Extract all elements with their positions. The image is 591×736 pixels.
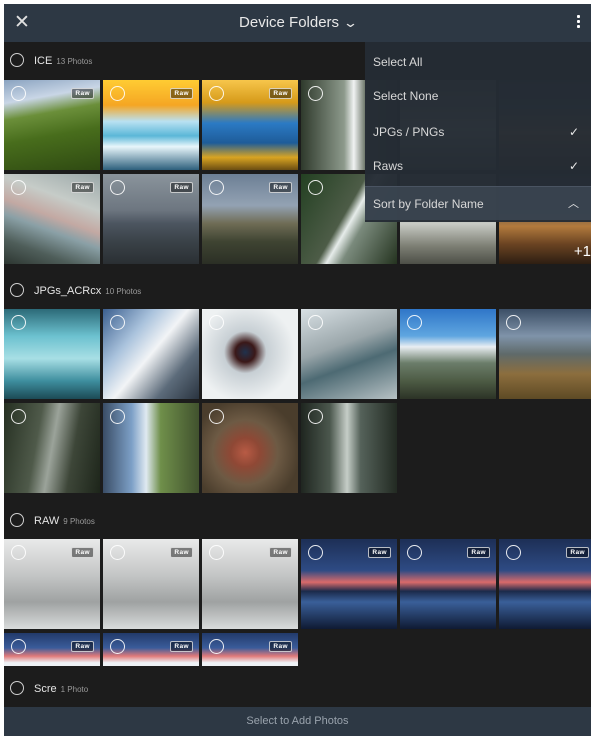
raw-badge: Raw	[566, 547, 589, 558]
folder-name: Scre 1 Photo	[34, 683, 89, 695]
folder-count: 9 Photos	[63, 517, 95, 526]
photo-thumbnail[interactable]	[301, 309, 397, 399]
photo-thumbnail[interactable]: Raw	[103, 174, 199, 264]
checkmark-icon: ✓	[568, 159, 579, 173]
photo-thumbnail[interactable]: Raw	[202, 633, 298, 666]
photo-thumbnail[interactable]: Raw	[4, 174, 100, 264]
photo-thumbnail[interactable]	[103, 403, 199, 493]
photo-thumbnail[interactable]: Raw	[4, 633, 100, 666]
photo-thumbnail[interactable]: Raw	[103, 539, 199, 629]
raw-badge: Raw	[71, 182, 94, 193]
checkmark-icon: ✓	[568, 125, 579, 139]
raw-badge: Raw	[170, 641, 193, 652]
select-circle[interactable]	[11, 545, 26, 560]
options-menu: Select All Select None JPGs / PNGs ✓ Raws…	[365, 42, 591, 222]
raw-badge: Raw	[269, 547, 292, 558]
select-circle[interactable]	[110, 315, 125, 330]
select-circle[interactable]	[209, 639, 224, 654]
folder-name: ICE 13 Photos	[34, 55, 93, 67]
select-circle[interactable]	[407, 545, 422, 560]
top-bar: ✕ Device Folders ⌄	[4, 4, 591, 42]
raw-badge: Raw	[269, 641, 292, 652]
raw-badge: Raw	[71, 641, 94, 652]
add-photos-button[interactable]: Select to Add Photos	[4, 707, 591, 736]
select-circle[interactable]	[506, 315, 521, 330]
photo-thumbnail[interactable]: Raw	[499, 539, 591, 629]
folder-name: JPGs_ACRcx 10 Photos	[34, 285, 142, 297]
select-circle[interactable]	[407, 315, 422, 330]
photo-thumbnail[interactable]: Raw	[103, 633, 199, 666]
select-circle[interactable]	[308, 545, 323, 560]
raw-badge: Raw	[467, 547, 490, 558]
select-circle[interactable]	[11, 315, 26, 330]
menu-item-raws[interactable]: Raws ✓	[365, 149, 591, 183]
folder-count: 1 Photo	[60, 685, 89, 694]
photo-thumbnail[interactable]	[202, 403, 298, 493]
select-circle[interactable]	[308, 86, 323, 101]
photo-thumbnail[interactable]	[499, 309, 591, 399]
photo-thumbnail[interactable]: Raw	[202, 174, 298, 264]
select-circle[interactable]	[209, 545, 224, 560]
photo-thumbnail[interactable]: Raw	[202, 539, 298, 629]
select-circle[interactable]	[209, 180, 224, 195]
page-title: Device Folders	[239, 14, 340, 31]
more-vertical-icon[interactable]	[573, 13, 583, 33]
raw-badge: Raw	[170, 547, 193, 558]
select-circle[interactable]	[209, 315, 224, 330]
photo-thumbnail[interactable]: Raw	[4, 539, 100, 629]
photo-thumbnail[interactable]	[4, 403, 100, 493]
photo-thumbnail[interactable]	[400, 309, 496, 399]
select-circle[interactable]	[11, 409, 26, 424]
raw-badge: Raw	[71, 88, 94, 99]
folder-dropdown[interactable]: Device Folders ⌄	[4, 14, 591, 31]
raw-badge: Raw	[368, 547, 391, 558]
select-circle[interactable]	[110, 409, 125, 424]
select-folder-checkbox[interactable]	[10, 513, 24, 527]
menu-item-sort-by-folder-name[interactable]: Sort by Folder Name ︿	[365, 186, 591, 220]
photo-thumbnail[interactable]: Raw	[301, 539, 397, 629]
raw-badge: Raw	[71, 547, 94, 558]
photo-picker-app: ✕ Device Folders ⌄ ICE 13 Photos Raw Raw R…	[4, 4, 591, 736]
folder-header-jpgs[interactable]: JPGs_ACRcx 10 Photos	[4, 276, 591, 306]
photo-thumbnail[interactable]: Raw	[4, 80, 100, 170]
chevron-up-icon: ︿	[568, 198, 579, 210]
raw-badge: Raw	[269, 182, 292, 193]
select-circle[interactable]	[308, 409, 323, 424]
menu-item-select-none[interactable]: Select None	[365, 79, 591, 113]
select-circle[interactable]	[110, 86, 125, 101]
menu-item-select-all[interactable]: Select All	[365, 45, 591, 79]
photo-thumbnail[interactable]	[103, 309, 199, 399]
select-circle[interactable]	[308, 315, 323, 330]
raw-badge: Raw	[170, 182, 193, 193]
photo-thumbnail[interactable]	[301, 403, 397, 493]
select-circle[interactable]	[110, 639, 125, 654]
select-folder-checkbox[interactable]	[10, 53, 24, 67]
select-circle[interactable]	[110, 545, 125, 560]
raw-badge: Raw	[269, 88, 292, 99]
photo-thumbnail[interactable]: Raw	[400, 539, 496, 629]
select-folder-checkbox[interactable]	[10, 283, 24, 297]
select-folder-checkbox[interactable]	[10, 681, 24, 695]
folder-header-scre[interactable]: Scre 1 Photo	[4, 674, 591, 704]
folder-name: RAW 9 Photos	[34, 515, 95, 527]
select-circle[interactable]	[209, 86, 224, 101]
photo-thumbnail[interactable]: Raw	[202, 80, 298, 170]
photo-thumbnail[interactable]	[202, 309, 298, 399]
select-circle[interactable]	[11, 639, 26, 654]
select-circle[interactable]	[308, 180, 323, 195]
chevron-down-icon: ⌄	[342, 15, 359, 30]
folder-count: 10 Photos	[105, 287, 142, 296]
menu-item-jpgs-pngs[interactable]: JPGs / PNGs ✓	[365, 115, 591, 149]
select-circle[interactable]	[209, 409, 224, 424]
overflow-count: +1	[573, 243, 591, 260]
select-circle[interactable]	[506, 545, 521, 560]
select-circle[interactable]	[110, 180, 125, 195]
folder-header-raw[interactable]: RAW 9 Photos	[4, 506, 591, 536]
folder-count: 13 Photos	[56, 57, 93, 66]
photo-thumbnail[interactable]	[4, 309, 100, 399]
raw-badge: Raw	[170, 88, 193, 99]
photo-thumbnail[interactable]: Raw	[103, 80, 199, 170]
select-circle[interactable]	[11, 180, 26, 195]
select-circle[interactable]	[11, 86, 26, 101]
